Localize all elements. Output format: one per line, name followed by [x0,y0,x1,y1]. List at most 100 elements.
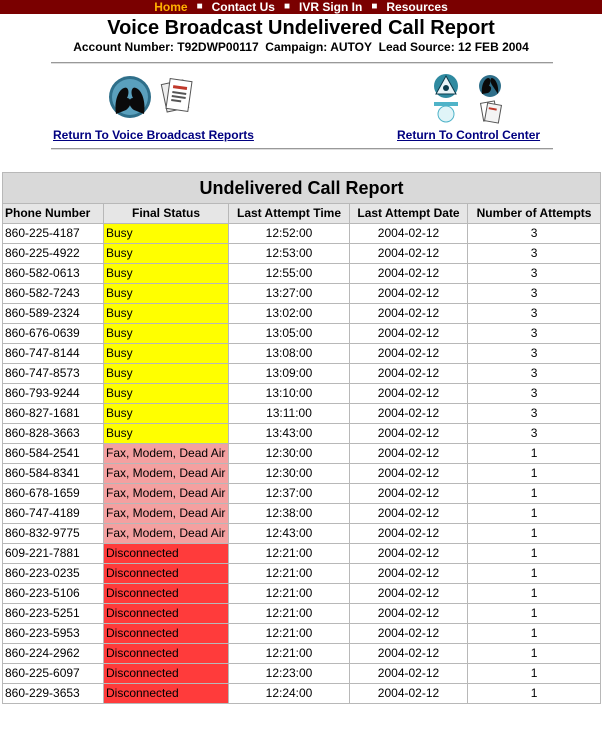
final-status-cell: Fax, Modem, Dead Air [103,483,229,504]
table-row: 860-584-8341 Fax, Modem, Dead Air 12:30:00… [2,463,602,484]
number-of-attempts-cell: 1 [466,563,602,584]
return-to-voice-broadcast-reports-link[interactable]: Return To Voice Broadcast Reports [53,128,254,142]
column-header-last-attempt-date: Last Attempt Date [349,203,468,224]
last-attempt-date-cell: 2004-02-12 [349,603,468,624]
table-row: 860-747-8144 Busy 13:08:00 2004-02-12 3 [2,343,602,364]
phone-number-cell: 860-678-1659 [2,483,104,504]
control-center-icons[interactable] [430,72,506,126]
people-heads-icon[interactable] [108,74,200,120]
campaign-value: AUTOY [330,40,372,54]
phone-number-cell: 860-584-8341 [2,463,104,484]
top-nav-bar: Home ■ Contact Us ■ IVR Sign In ■ Resources [0,0,602,14]
final-status-cell: Fax, Modem, Dead Air [103,443,229,464]
nav-resources-link[interactable]: Resources [386,0,447,14]
number-of-attempts-cell: 1 [466,623,602,644]
final-status-cell: Busy [103,223,229,244]
number-of-attempts-cell: 1 [466,643,602,664]
table-row: 860-828-3663 Busy 13:43:00 2004-02-12 3 [2,423,602,444]
lead-source-label: Lead Source: [378,40,455,54]
table-row: 860-747-4189 Fax, Modem, Dead Air 12:38:00… [2,503,602,524]
last-attempt-time-cell: 13:08:00 [228,343,350,364]
nav-contact-us-link[interactable]: Contact Us [212,0,275,14]
phone-number-cell: 860-676-0639 [2,323,104,344]
phone-number-cell: 860-582-0613 [2,263,104,284]
last-attempt-date-cell: 2004-02-12 [349,523,468,544]
column-header-phone-number: Phone Number [2,203,104,224]
final-status-cell: Busy [103,283,229,304]
final-status-cell: Busy [103,303,229,324]
final-status-cell: Disconnected [103,623,229,644]
table-caption: Undelivered Call Report [1,172,602,204]
last-attempt-date-cell: 2004-02-12 [349,383,468,404]
phone-number-cell: 609-221-7881 [2,543,104,564]
final-status-cell: Busy [103,423,229,444]
phone-number-cell: 860-229-3653 [2,683,104,704]
number-of-attempts-cell: 1 [466,683,602,704]
final-status-cell: Busy [103,403,229,424]
control-center-icon-group[interactable] [430,72,506,131]
phone-number-cell: 860-223-5953 [2,623,104,644]
last-attempt-time-cell: 12:30:00 [228,443,350,464]
final-status-cell: Busy [103,363,229,384]
number-of-attempts-cell: 1 [466,603,602,624]
table-row: 860-223-5251 Disconnected 12:21:00 2004-02-… [2,603,602,624]
column-header-last-attempt-time: Last Attempt Time [228,203,350,224]
number-of-attempts-cell: 1 [466,483,602,504]
phone-number-cell: 860-747-8144 [2,343,104,364]
number-of-attempts-cell: 3 [466,343,602,364]
nav-separator: ■ [371,1,378,12]
number-of-attempts-cell: 1 [466,503,602,524]
number-of-attempts-cell: 1 [466,463,602,484]
voice-broadcast-icon-group[interactable] [108,74,200,125]
table-row: 860-676-0639 Busy 13:05:00 2004-02-12 3 [2,323,602,344]
final-status-cell: Disconnected [103,643,229,664]
table-row: 860-832-9775 Fax, Modem, Dead Air 12:43:00… [2,523,602,544]
table-row: 860-827-1681 Busy 13:11:00 2004-02-12 3 [2,403,602,424]
table-row: 860-584-2541 Fax, Modem, Dead Air 12:30:00… [2,443,602,464]
last-attempt-date-cell: 2004-02-12 [349,683,468,704]
last-attempt-time-cell: 13:11:00 [228,403,350,424]
number-of-attempts-cell: 3 [466,283,602,304]
table-row: 860-582-7243 Busy 13:27:00 2004-02-12 3 [2,283,602,304]
number-of-attempts-cell: 3 [466,323,602,344]
final-status-cell: Disconnected [103,563,229,584]
phone-number-cell: 860-225-4922 [2,243,104,264]
table-row: 860-225-4922 Busy 12:53:00 2004-02-12 3 [2,243,602,264]
table-row: 860-225-4187 Busy 12:52:00 2004-02-12 3 [2,223,602,244]
last-attempt-date-cell: 2004-02-12 [349,543,468,564]
campaign-label: Campaign: [265,40,328,54]
table-row: 860-225-6097 Disconnected 12:23:00 2004-02-… [2,663,602,684]
final-status-cell: Disconnected [103,663,229,684]
number-of-attempts-cell: 3 [466,363,602,384]
last-attempt-time-cell: 12:55:00 [228,263,350,284]
return-to-control-center-link[interactable]: Return To Control Center [397,128,540,142]
last-attempt-date-cell: 2004-02-12 [349,483,468,504]
last-attempt-date-cell: 2004-02-12 [349,303,468,324]
final-status-cell: Fax, Modem, Dead Air [103,503,229,524]
last-attempt-date-cell: 2004-02-12 [349,663,468,684]
last-attempt-date-cell: 2004-02-12 [349,363,468,384]
last-attempt-time-cell: 12:21:00 [228,623,350,644]
number-of-attempts-cell: 1 [466,443,602,464]
final-status-cell: Fax, Modem, Dead Air [103,463,229,484]
phone-number-cell: 860-589-2324 [2,303,104,324]
nav-ivr-sign-in-link[interactable]: IVR Sign In [299,0,362,14]
last-attempt-date-cell: 2004-02-12 [349,283,468,304]
last-attempt-time-cell: 13:27:00 [228,283,350,304]
phone-number-cell: 860-223-0235 [2,563,104,584]
account-number-value: T92DWP00117 [177,40,259,54]
nav-home-link[interactable]: Home [154,0,187,14]
last-attempt-time-cell: 12:21:00 [228,563,350,584]
last-attempt-date-cell: 2004-02-12 [349,403,468,424]
table-row: 860-223-5953 Disconnected 12:21:00 2004-02-… [2,623,602,644]
table-row: 860-229-3653 Disconnected 12:24:00 2004-02-… [2,683,602,704]
final-status-cell: Busy [103,323,229,344]
table-row: 860-589-2324 Busy 13:02:00 2004-02-12 3 [2,303,602,324]
number-of-attempts-cell: 3 [466,383,602,404]
last-attempt-time-cell: 12:53:00 [228,243,350,264]
number-of-attempts-cell: 1 [466,543,602,564]
table-header-row: Phone Number Final Status Last Attempt T… [2,203,602,224]
last-attempt-time-cell: 12:21:00 [228,643,350,664]
last-attempt-date-cell: 2004-02-12 [349,643,468,664]
last-attempt-date-cell: 2004-02-12 [349,583,468,604]
